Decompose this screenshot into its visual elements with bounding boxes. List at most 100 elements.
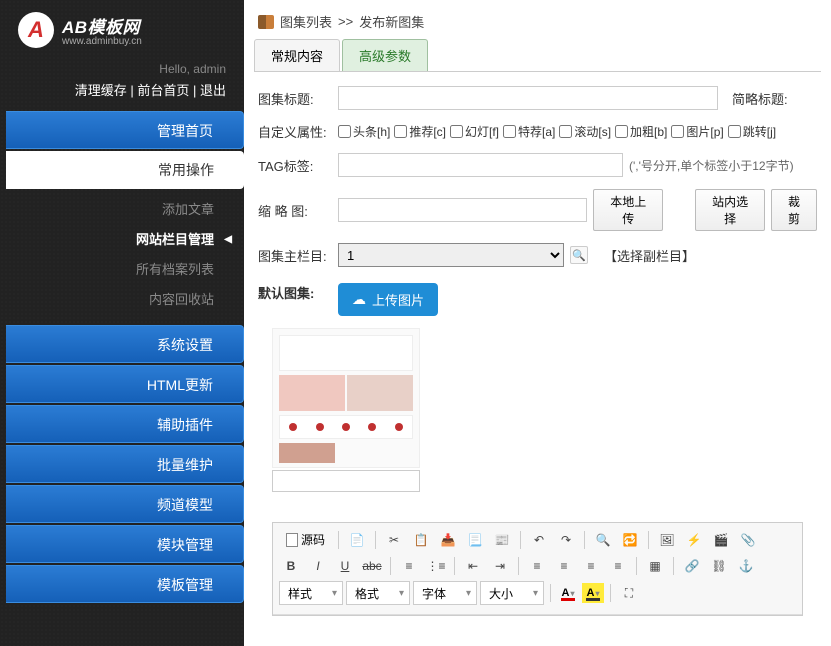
- book-icon: [258, 15, 274, 29]
- editor-format-select[interactable]: 格式: [346, 581, 410, 605]
- attr-recommend[interactable]: [394, 125, 407, 138]
- editor-style-select[interactable]: 样式: [279, 581, 343, 605]
- attr-slide[interactable]: [450, 125, 463, 138]
- clear-cache-link[interactable]: 清理缓存: [75, 83, 127, 98]
- thumb-input[interactable]: [338, 198, 587, 222]
- editor-replace-icon[interactable]: 🔁: [618, 529, 642, 551]
- user-greeting: Hello, admin: [0, 56, 244, 80]
- editor-bold-icon[interactable]: B: [279, 555, 303, 577]
- default-gallery-label: 默认图集:: [258, 283, 338, 302]
- logo-area: A AB模板网 www.adminbuy.cn: [0, 0, 244, 56]
- editor-align-left-icon[interactable]: ≡: [525, 555, 549, 577]
- logo-subtitle: www.adminbuy.cn: [62, 36, 142, 47]
- editor-find-icon[interactable]: 🔍: [591, 529, 615, 551]
- submenu-all-archives[interactable]: 所有档案列表: [0, 255, 244, 285]
- front-home-link[interactable]: 前台首页: [137, 83, 189, 98]
- editor-unlink-icon[interactable]: ⛓: [707, 555, 731, 577]
- editor-paste-word-icon[interactable]: 📰: [490, 529, 514, 551]
- menu-system-setting[interactable]: 系统设置: [6, 325, 244, 363]
- menu-module[interactable]: 模块管理: [6, 525, 244, 563]
- submenu: 添加文章 网站栏目管理 所有档案列表 内容回收站: [0, 191, 244, 325]
- tag-hint: (','号分开,单个标签小于12字节): [629, 157, 794, 174]
- editor-underline-icon[interactable]: U: [333, 555, 357, 577]
- tab-normal[interactable]: 常规内容: [254, 39, 340, 71]
- cloud-upload-icon: ☁: [352, 291, 366, 308]
- breadcrumb-current: 发布新图集: [359, 12, 424, 31]
- preview-thumbnail[interactable]: [272, 328, 420, 468]
- editor-maximize-icon[interactable]: ⛶: [617, 582, 641, 604]
- attr-pic[interactable]: [671, 125, 684, 138]
- menu-batch[interactable]: 批量维护: [6, 445, 244, 483]
- menu-template[interactable]: 模板管理: [6, 565, 244, 603]
- thumb-label: 缩 略 图:: [258, 201, 338, 220]
- menu-plugin[interactable]: 辅助插件: [6, 405, 244, 443]
- editor-align-center-icon[interactable]: ≡: [552, 555, 576, 577]
- short-title-label: 简略标题:: [732, 89, 788, 108]
- editor-ol-icon[interactable]: ≡: [397, 555, 421, 577]
- logo-title: AB模板网: [62, 13, 142, 38]
- editor-cut-icon[interactable]: ✂: [382, 529, 406, 551]
- editor-source-button[interactable]: 源码: [279, 528, 332, 551]
- logout-link[interactable]: 退出: [200, 83, 226, 98]
- editor-table-icon[interactable]: ▦: [643, 555, 667, 577]
- submenu-add-article[interactable]: 添加文章: [0, 195, 244, 225]
- search-icon[interactable]: 🔍: [570, 246, 588, 264]
- editor-undo-icon[interactable]: ↶: [527, 529, 551, 551]
- editor-flash-icon[interactable]: ⚡: [682, 529, 706, 551]
- editor-font-select[interactable]: 字体: [413, 581, 477, 605]
- editor-image-icon[interactable]: 🖼: [655, 529, 679, 551]
- editor-italic-icon[interactable]: I: [306, 555, 330, 577]
- attr-jump[interactable]: [728, 125, 741, 138]
- submenu-recycle[interactable]: 内容回收站: [0, 285, 244, 315]
- editor-copy-icon[interactable]: 📋: [409, 529, 433, 551]
- attr-headline[interactable]: [338, 125, 351, 138]
- attr-bold[interactable]: [615, 125, 628, 138]
- editor-redo-icon[interactable]: ↷: [554, 529, 578, 551]
- breadcrumb: 图集列表 >> 发布新图集: [244, 0, 831, 39]
- editor-bg-color-icon[interactable]: A: [582, 583, 604, 603]
- btn-crop[interactable]: 裁剪: [771, 189, 817, 231]
- upload-image-button[interactable]: ☁ 上传图片: [338, 283, 438, 316]
- editor-newpage-icon[interactable]: 📄: [345, 529, 369, 551]
- attr-special[interactable]: [503, 125, 516, 138]
- rich-editor: 源码 📄 ✂ 📋 📥 📃 📰 ↶ ↷ 🔍 �: [272, 522, 803, 616]
- submenu-column-manage[interactable]: 网站栏目管理: [0, 225, 244, 255]
- preview-filename[interactable]: [272, 470, 420, 492]
- attr-label: 自定义属性:: [258, 122, 338, 141]
- gallery-preview: [272, 328, 420, 492]
- editor-outdent-icon[interactable]: ⇤: [461, 555, 485, 577]
- editor-size-select[interactable]: 大小: [480, 581, 544, 605]
- editor-indent-icon[interactable]: ⇥: [488, 555, 512, 577]
- menu-common-ops[interactable]: 常用操作: [6, 151, 244, 189]
- editor-media-icon[interactable]: 🎬: [709, 529, 733, 551]
- menu-html-update[interactable]: HTML更新: [6, 365, 244, 403]
- editor-attachment-icon[interactable]: 📎: [736, 529, 760, 551]
- title-input[interactable]: [338, 86, 718, 110]
- sub-column-link[interactable]: 【选择副栏目】: [604, 246, 695, 265]
- editor-align-right-icon[interactable]: ≡: [579, 555, 603, 577]
- tabs: 常规内容 高级参数: [254, 39, 821, 72]
- sidebar: A AB模板网 www.adminbuy.cn Hello, admin 清理缓…: [0, 0, 244, 646]
- btn-local-upload[interactable]: 本地上传: [593, 189, 663, 231]
- editor-strike-icon[interactable]: abc: [360, 555, 384, 577]
- editor-anchor-icon[interactable]: ⚓: [734, 555, 758, 577]
- main-column-select[interactable]: 1: [338, 243, 564, 267]
- editor-paste-text-icon[interactable]: 📃: [463, 529, 487, 551]
- tag-input[interactable]: [338, 153, 623, 177]
- col-label: 图集主栏目:: [258, 246, 338, 265]
- editor-paste-icon[interactable]: 📥: [436, 529, 460, 551]
- logo-badge: A: [18, 12, 54, 48]
- document-icon: [286, 533, 298, 547]
- editor-text-color-icon[interactable]: A: [557, 583, 579, 603]
- menu-admin-home[interactable]: 管理首页: [6, 111, 244, 149]
- menu-channel[interactable]: 频道模型: [6, 485, 244, 523]
- editor-ul-icon[interactable]: ⋮≡: [424, 555, 448, 577]
- editor-link-icon[interactable]: 🔗: [680, 555, 704, 577]
- attr-scroll[interactable]: [559, 125, 572, 138]
- main-content: 图集列表 >> 发布新图集 常规内容 高级参数 图集标题: 简略标题: 自定义属…: [244, 0, 831, 646]
- tab-advanced[interactable]: 高级参数: [342, 39, 428, 71]
- btn-site-select[interactable]: 站内选择: [695, 189, 765, 231]
- editor-align-justify-icon[interactable]: ≡: [606, 555, 630, 577]
- breadcrumb-list[interactable]: 图集列表: [280, 12, 332, 31]
- tag-label: TAG标签:: [258, 156, 338, 175]
